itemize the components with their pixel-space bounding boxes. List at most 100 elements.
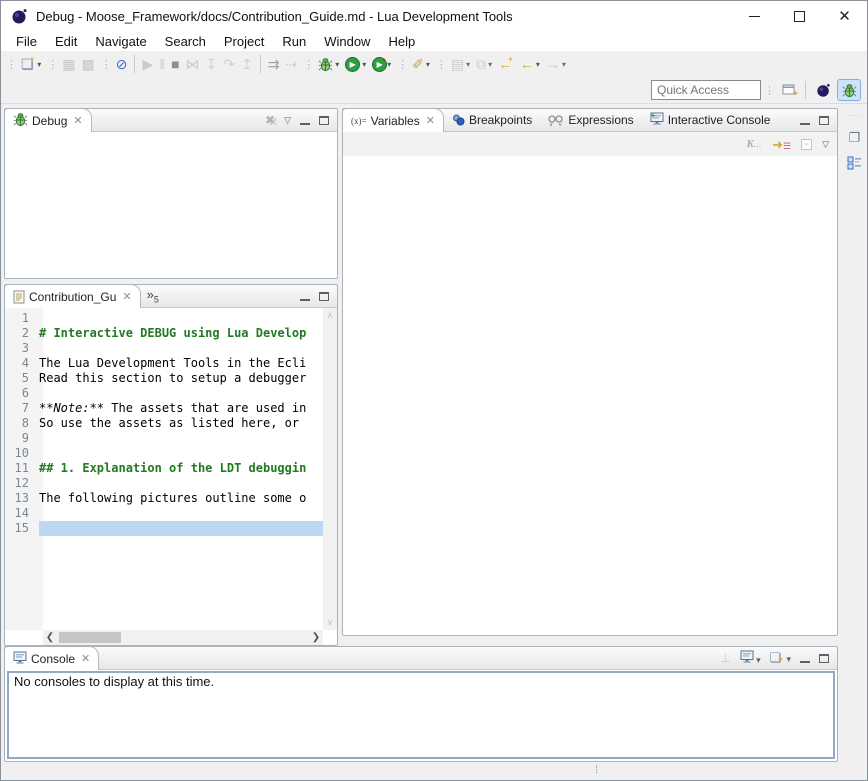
minimize-icon xyxy=(749,16,760,17)
tab-interactive-console[interactable]: ✦ Interactive Console xyxy=(642,108,779,131)
debug-dropdown[interactable]: ▾ xyxy=(335,60,339,69)
scroll-left-icon[interactable]: ❮ xyxy=(43,632,57,643)
hidden-editors-chevron[interactable]: »5 xyxy=(141,287,165,305)
hidden-editors-count: 5 xyxy=(154,295,159,305)
code-text[interactable] xyxy=(39,446,323,461)
editor-view-buttons xyxy=(300,285,337,307)
selected-line[interactable] xyxy=(39,521,323,536)
minimize-view-button[interactable] xyxy=(800,660,810,663)
maximize-view-button[interactable] xyxy=(319,116,329,125)
tab-contribution-guide[interactable]: Contribution_Gu ✕ xyxy=(4,284,141,308)
tab-expressions-label: Expressions xyxy=(568,113,633,127)
menu-navigate[interactable]: Navigate xyxy=(86,32,155,51)
view-menu-icon[interactable]: ▽ xyxy=(822,139,829,150)
menu-file[interactable]: File xyxy=(7,32,46,51)
chevron-down-icon[interactable]: ▾ xyxy=(754,655,761,665)
code-text[interactable] xyxy=(39,341,323,356)
terminate-button[interactable]: ■ xyxy=(169,53,181,75)
external-tools-button[interactable]: ✐▾ xyxy=(410,53,432,75)
minimize-view-button[interactable] xyxy=(300,298,310,301)
menu-window[interactable]: Window xyxy=(315,32,379,51)
code-text[interactable]: **Note:** The assets that are used in xyxy=(39,401,323,416)
view-menu-icon[interactable]: ▽ xyxy=(284,115,291,126)
back-history-button[interactable]: ←▾ xyxy=(518,53,542,75)
tab-console[interactable]: Console ✕ xyxy=(4,646,99,670)
tab-expressions[interactable]: x y Expressions xyxy=(540,108,641,131)
skip-all-breakpoints-button[interactable]: ⊘ xyxy=(114,53,130,75)
use-step-filters-button[interactable]: ⇉ xyxy=(266,53,282,75)
run-dropdown[interactable]: ▾ xyxy=(362,60,366,69)
close-tab-icon[interactable]: ✕ xyxy=(81,652,90,665)
strip-grip-icon: ···· xyxy=(847,110,863,120)
code-text[interactable]: So use the assets as listed here, or xyxy=(39,416,323,431)
chevron-down-icon[interactable]: ▾ xyxy=(784,654,791,664)
line-number: 14 xyxy=(5,506,39,521)
debug-perspective-button[interactable] xyxy=(837,79,861,101)
menu-edit[interactable]: Edit xyxy=(46,32,86,51)
open-perspective-button[interactable]: ✦ xyxy=(778,79,802,101)
code-text[interactable] xyxy=(39,311,323,326)
code-text[interactable]: The Lua Development Tools in the Ecli xyxy=(39,356,323,371)
maximize-view-button[interactable] xyxy=(819,654,829,663)
menu-search[interactable]: Search xyxy=(156,32,215,51)
close-tab-icon[interactable]: ✕ xyxy=(426,114,435,127)
show-logical-structure-button[interactable]: ➜☰ xyxy=(772,138,791,151)
coverage-dropdown[interactable]: ▾ xyxy=(387,60,391,69)
coverage-button[interactable]: ▶▪▾ xyxy=(370,53,393,75)
last-edit-location-button[interactable]: ←✦ xyxy=(496,53,516,75)
maximize-window-button[interactable] xyxy=(777,1,822,32)
debug-button[interactable]: ▾ xyxy=(316,53,341,75)
scroll-right-icon[interactable]: ❯ xyxy=(309,632,323,643)
external-tools-dropdown[interactable]: ▾ xyxy=(426,60,430,69)
menu-help[interactable]: Help xyxy=(379,32,424,51)
tab-debug[interactable]: Debug ✕ xyxy=(4,108,92,132)
code-text[interactable] xyxy=(39,506,323,521)
pin-editor-dropdown[interactable]: ▾ xyxy=(488,60,492,69)
code-text[interactable] xyxy=(39,476,323,491)
line-number: 5 xyxy=(5,371,39,386)
tab-variables[interactable]: (x)= Variables ✕ xyxy=(342,108,444,132)
restore-view-button[interactable]: ❐ xyxy=(849,130,861,146)
scroll-down-icon[interactable]: ∨ xyxy=(327,617,334,628)
maximize-view-button[interactable] xyxy=(819,116,829,125)
markdown-file-icon xyxy=(13,290,25,304)
code-text[interactable] xyxy=(39,386,323,401)
new-wizard-button[interactable]: ❏✦▾ xyxy=(19,53,43,75)
forward-history-icon: → xyxy=(546,57,560,71)
console-output[interactable]: No consoles to display at this time. xyxy=(7,671,835,759)
menu-bar: FileEditNavigateSearchProjectRunWindowHe… xyxy=(1,32,867,51)
close-window-button[interactable]: ✕ xyxy=(822,1,867,32)
code-text[interactable] xyxy=(39,431,323,446)
line-number: 12 xyxy=(5,476,39,491)
toggle-step-filters-button: ⇢ xyxy=(283,53,299,75)
editor-area: Contribution_Gu ✕ »5 12 # Interactive DEB… xyxy=(4,284,338,646)
new-wizard-dropdown[interactable]: ▾ xyxy=(37,60,41,69)
maximize-view-button[interactable] xyxy=(319,292,329,301)
open-task-dropdown[interactable]: ▾ xyxy=(466,60,470,69)
menu-run[interactable]: Run xyxy=(273,32,315,51)
lua-perspective-button[interactable] xyxy=(811,79,835,101)
quick-access-input[interactable] xyxy=(651,80,761,100)
forward-history-dropdown[interactable]: ▾ xyxy=(562,60,566,69)
outline-view-button[interactable] xyxy=(847,156,862,173)
minimize-view-button[interactable] xyxy=(800,122,810,125)
horizontal-scrollbar[interactable]: ❮ ❯ xyxy=(43,630,323,645)
vertical-scrollbar[interactable]: ∧ ∨ xyxy=(323,308,337,630)
code-text[interactable]: Read this section to setup a debugger xyxy=(39,371,323,386)
back-history-dropdown[interactable]: ▾ xyxy=(536,60,540,69)
close-tab-icon[interactable]: ✕ xyxy=(122,290,131,303)
menu-project[interactable]: Project xyxy=(215,32,273,51)
minimize-view-button[interactable] xyxy=(300,122,310,125)
scrollbar-thumb[interactable] xyxy=(59,632,121,643)
run-button[interactable]: ▶▾ xyxy=(343,53,368,75)
code-area[interactable]: 12# Interactive DEBUG using Lua Develop3… xyxy=(5,311,323,536)
tab-breakpoints[interactable]: Breakpoints xyxy=(444,108,540,131)
code-text[interactable]: # Interactive DEBUG using Lua Develop xyxy=(39,326,323,341)
open-console-button[interactable]: ❏✦ ▾ xyxy=(770,650,791,666)
display-selected-console-button[interactable]: ▾ xyxy=(740,650,761,666)
close-tab-icon[interactable]: ✕ xyxy=(73,114,82,127)
code-text[interactable]: The following pictures outline some o xyxy=(39,491,323,506)
code-text[interactable]: ## 1. Explanation of the LDT debuggin xyxy=(39,461,323,476)
minimize-window-button[interactable] xyxy=(732,1,777,32)
scroll-up-icon[interactable]: ∧ xyxy=(327,310,334,321)
